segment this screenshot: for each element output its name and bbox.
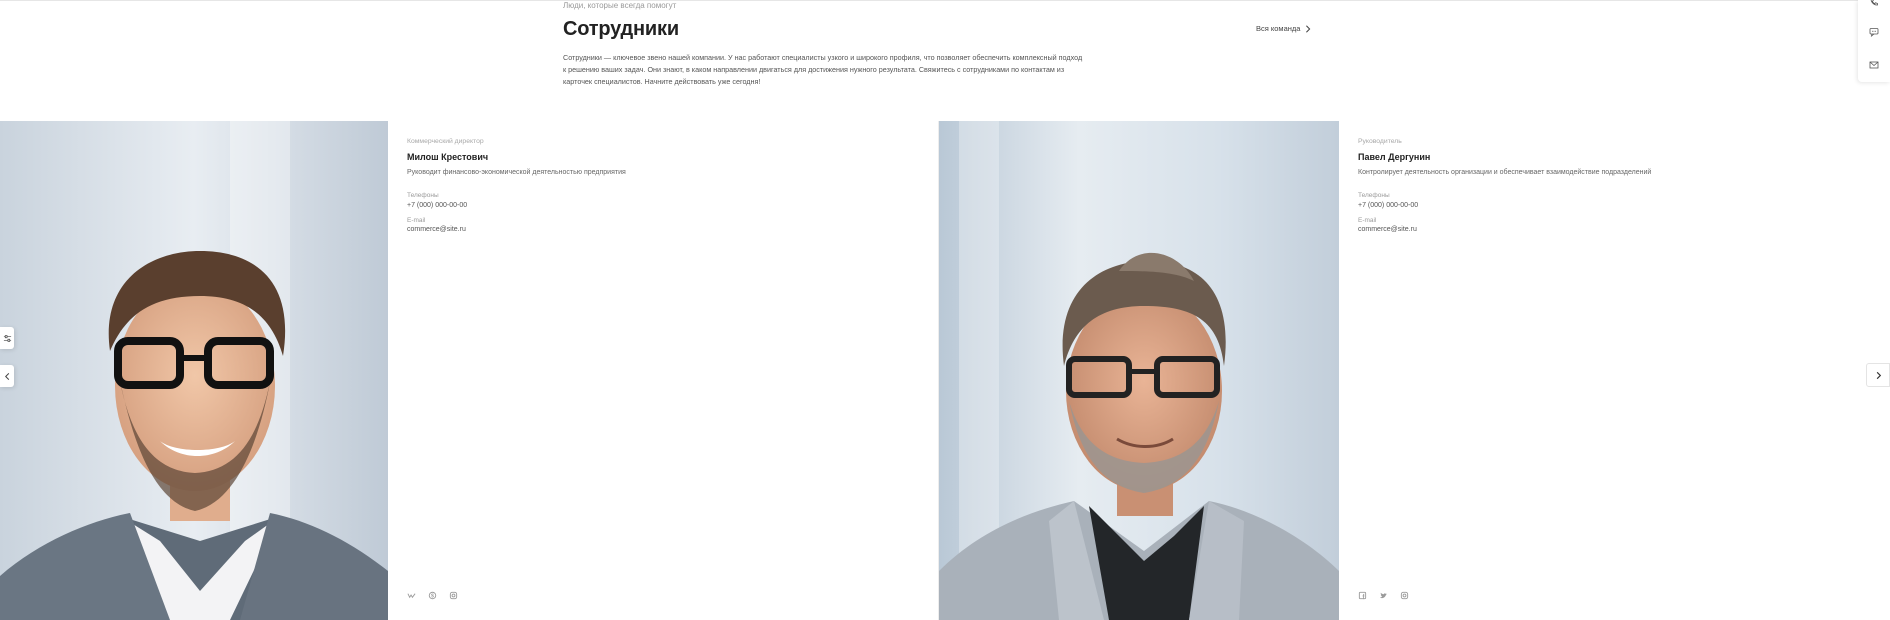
next-slide-button[interactable] <box>1866 363 1890 387</box>
employee-description: Руководит финансово-экономической деятел… <box>407 169 626 176</box>
phone-link[interactable]: +7 (000) 000-00-00 <box>1358 202 1418 209</box>
facebook-icon[interactable] <box>1358 591 1367 600</box>
all-team-link[interactable]: Вся команда <box>1256 24 1312 33</box>
collapse-tab[interactable] <box>0 365 14 387</box>
instagram-icon[interactable] <box>1400 591 1409 600</box>
phone-label: Телефоны <box>407 192 439 199</box>
phone-link[interactable]: +7 (000) 000-00-00 <box>407 202 467 209</box>
all-team-label: Вся команда <box>1256 24 1301 33</box>
email-label: E-mail <box>407 217 426 224</box>
contact-toolbar <box>1858 0 1890 82</box>
email-link[interactable]: commerce@site.ru <box>1358 226 1417 233</box>
social-links <box>1358 591 1409 600</box>
employee-role: Руководитель <box>1358 138 1402 145</box>
section-description: Сотрудники — ключевое звено нашей компан… <box>563 53 1083 86</box>
sliders-icon <box>3 334 11 342</box>
twitter-icon[interactable] <box>1379 591 1388 600</box>
employee-card: Коммерческий директор Милош Крестович Ру… <box>0 121 938 620</box>
employee-card: Руководитель Павел Дергунин Контролирует… <box>938 121 1890 620</box>
chat-icon[interactable] <box>1866 24 1882 40</box>
top-divider <box>0 0 1890 1</box>
chevron-left-icon <box>4 372 9 380</box>
mail-icon[interactable] <box>1866 57 1882 73</box>
employee-name[interactable]: Павел Дергунин <box>1358 152 1430 162</box>
instagram-icon[interactable] <box>449 591 458 600</box>
employee-role: Коммерческий директор <box>407 138 484 145</box>
skype-icon[interactable] <box>428 591 437 600</box>
employee-name[interactable]: Милош Крестович <box>407 152 488 162</box>
employee-description: Контролирует деятельность организации и … <box>1358 169 1652 176</box>
employee-photo <box>939 121 1339 620</box>
phone-label: Телефоны <box>1358 192 1390 199</box>
employee-photo <box>0 121 388 620</box>
chevron-right-icon <box>1876 371 1881 379</box>
settings-tab[interactable] <box>0 327 14 349</box>
vk-icon[interactable] <box>407 591 416 600</box>
chevron-right-icon <box>1304 24 1312 33</box>
page-title: Сотрудники <box>563 18 679 40</box>
email-label: E-mail <box>1358 217 1377 224</box>
section-eyebrow: Люди, которые всегда помогут <box>563 1 677 10</box>
social-links <box>407 591 458 600</box>
email-link[interactable]: commerce@site.ru <box>407 226 466 233</box>
phone-icon[interactable] <box>1866 0 1882 10</box>
